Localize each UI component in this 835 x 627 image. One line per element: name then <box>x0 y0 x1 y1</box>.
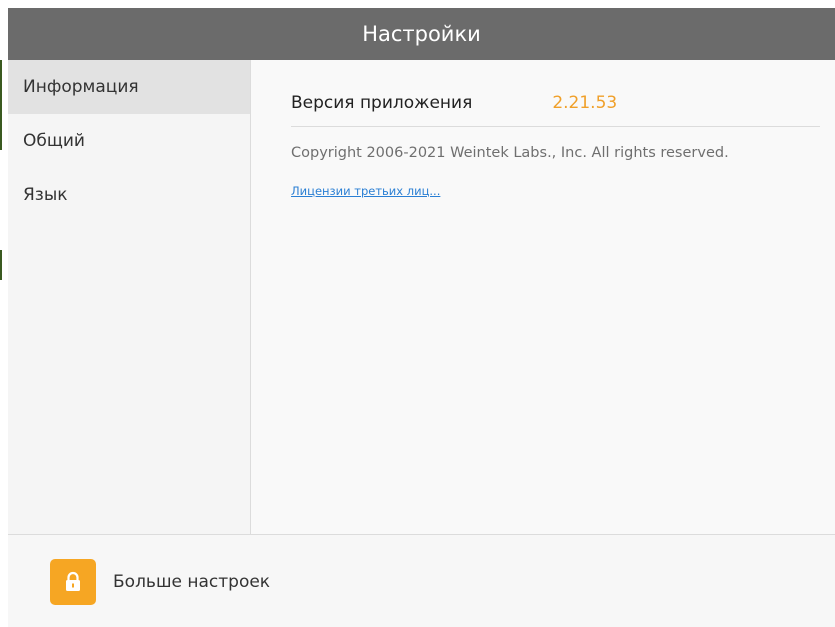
window-edge-marker <box>0 60 2 150</box>
window-title: Настройки <box>362 22 481 46</box>
sidebar-item-label: Информация <box>23 77 139 97</box>
information-panel: Версия приложения 2.21.53 Copyright 2006… <box>251 60 835 534</box>
lock-icon <box>50 559 96 605</box>
sidebar-item-information[interactable]: Информация <box>8 60 250 114</box>
version-row: Версия приложения 2.21.53 <box>291 80 820 127</box>
version-label: Версия приложения <box>291 93 473 113</box>
sidebar-item-language[interactable]: Язык <box>8 168 250 222</box>
more-settings-label: Больше настроек <box>113 572 271 592</box>
settings-window: Информация Общий Язык Версия приложения … <box>8 60 835 627</box>
window-titlebar: Настройки <box>8 8 835 60</box>
window-edge-marker <box>0 250 2 280</box>
copyright-text: Copyright 2006-2021 Weintek Labs., Inc. … <box>291 145 729 161</box>
sidebar-item-general[interactable]: Общий <box>8 114 250 168</box>
footer: Больше настроек <box>8 534 835 627</box>
more-settings-button[interactable]: Больше настроек <box>50 559 270 605</box>
sidebar: Информация Общий Язык <box>8 60 251 534</box>
sidebar-item-label: Общий <box>23 131 85 151</box>
third-party-licenses-link[interactable]: Лицензии третьих лиц... <box>291 184 440 198</box>
sidebar-item-label: Язык <box>23 185 68 205</box>
version-value: 2.21.53 <box>552 93 618 113</box>
